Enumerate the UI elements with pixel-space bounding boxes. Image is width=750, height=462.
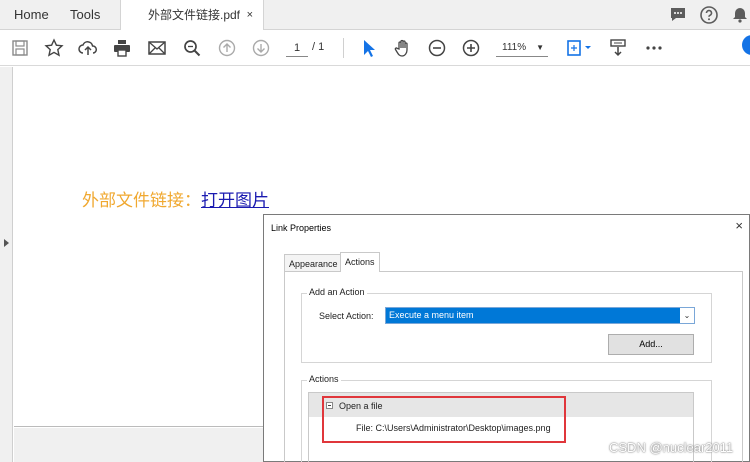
link-properties-dialog: Link Properties × Appearance Actions Add… — [263, 214, 750, 462]
scroll-mode-icon[interactable] — [608, 38, 628, 58]
save-icon[interactable] — [10, 38, 30, 58]
select-arrow-icon[interactable] — [358, 38, 378, 58]
more-icon[interactable] — [644, 38, 664, 58]
zoom-dropdown[interactable]: 111% ▼ — [496, 40, 548, 57]
help-icon[interactable] — [699, 5, 719, 25]
cloud-upload-icon[interactable] — [78, 38, 98, 58]
page-total: / 1 — [312, 41, 325, 53]
tab-actions[interactable]: Actions — [340, 252, 380, 272]
tab-bar: Home Tools 外部文件链接.pdf × — [0, 0, 750, 31]
navigation-pane-toggle[interactable] — [0, 67, 13, 462]
page-number-input[interactable] — [286, 39, 308, 57]
zoom-value: 111% — [502, 42, 527, 53]
close-icon[interactable]: × — [735, 218, 743, 233]
fit-page-icon[interactable] — [565, 38, 593, 58]
chevron-down-icon[interactable]: ⌄ — [680, 308, 694, 323]
dialog-title: Link Properties — [271, 223, 332, 233]
select-action-value: Execute a menu item — [389, 310, 474, 320]
chevron-down-icon: ▼ — [536, 43, 544, 52]
chevron-right-icon — [4, 239, 9, 247]
comment-icon[interactable] — [668, 5, 688, 25]
star-icon[interactable] — [44, 38, 64, 58]
zoom-out-icon[interactable] — [427, 38, 447, 58]
add-button[interactable]: Add... — [608, 334, 694, 355]
zoom-search-icon[interactable] — [182, 38, 202, 58]
toolbar-separator — [343, 38, 344, 58]
page-up-icon[interactable] — [217, 38, 237, 58]
print-icon[interactable] — [112, 38, 132, 58]
email-icon[interactable] — [147, 38, 167, 58]
zoom-in-icon[interactable] — [461, 38, 481, 58]
main-toolbar: / 1 111% ▼ — [0, 30, 750, 66]
select-action-label: Select Action: — [319, 311, 374, 321]
tab-tools[interactable]: Tools — [70, 0, 100, 30]
watermark: CSDN @nuclear2011 — [609, 440, 734, 455]
close-tab-icon[interactable]: × — [247, 0, 253, 30]
hand-icon[interactable] — [393, 38, 413, 58]
document-text: 外部文件链接：打开图片 — [82, 186, 269, 211]
actions-legend: Actions — [307, 374, 341, 384]
document-link[interactable]: 打开图片 — [201, 191, 269, 211]
tab-home[interactable]: Home — [14, 0, 49, 30]
notification-bell-icon[interactable] — [730, 5, 750, 25]
add-action-legend: Add an Action — [307, 287, 367, 297]
tab-document-label: 外部文件链接.pdf — [148, 8, 241, 22]
tab-document[interactable]: 外部文件链接.pdf × — [120, 0, 264, 31]
tab-appearance[interactable]: Appearance — [284, 254, 343, 271]
page-down-icon[interactable] — [251, 38, 271, 58]
document-text-prefix: 外部文件链接： — [82, 191, 201, 211]
select-action-dropdown[interactable]: Execute a menu item ⌄ — [385, 307, 695, 324]
annotation-highlight-box — [322, 396, 566, 443]
